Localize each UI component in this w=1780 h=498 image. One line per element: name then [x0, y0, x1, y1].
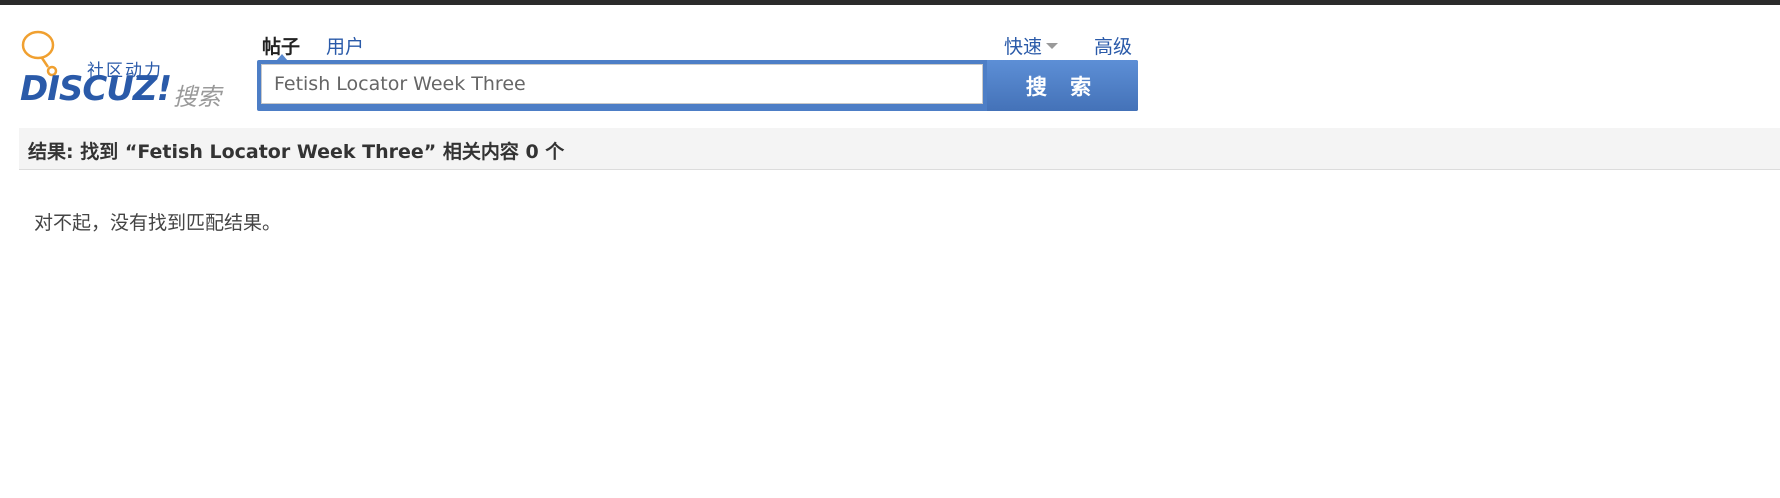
no-results-message: 对不起，没有找到匹配结果。 [34, 212, 282, 234]
results-summary: 结果: 找到 “Fetish Locator Week Three” 相关内容 … [28, 141, 565, 163]
search-button[interactable]: 搜 索 [987, 60, 1138, 111]
results-summary-bar: 结果: 找到 “Fetish Locator Week Three” 相关内容 … [19, 128, 1780, 170]
search-bar: 搜 索 [257, 60, 1138, 111]
quick-search-dropdown[interactable]: 快速 [1004, 32, 1059, 59]
advanced-search-link[interactable]: 高级 [1094, 32, 1132, 59]
tab-users[interactable]: 用户 [326, 32, 364, 59]
quick-search-label: 快速 [1004, 36, 1043, 58]
discuz-logo[interactable]: 社区动力 DISCUZ! 搜索 [20, 29, 230, 113]
chevron-down-icon [1046, 42, 1059, 49]
logo-wordmark: DISCUZ! [20, 69, 172, 109]
search-input[interactable] [261, 64, 983, 104]
search-header: 社区动力 DISCUZ! 搜索 帖子 用户 快速 高级 搜 索 [0, 5, 1780, 128]
logo-search-label: 搜索 [173, 83, 221, 111]
